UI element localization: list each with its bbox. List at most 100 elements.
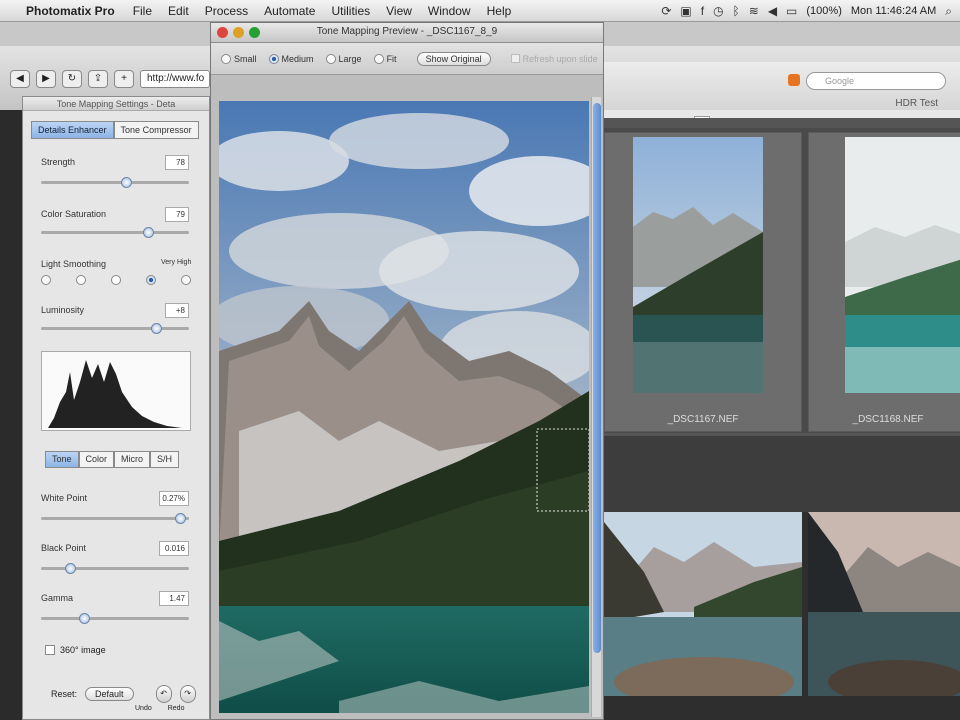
refresh-label: Refresh upon slide [522, 53, 598, 64]
thumbnail-row [604, 512, 960, 720]
thumbnail-label: _DSC1167.NEF [667, 414, 739, 425]
menu-automate[interactable]: Automate [264, 4, 315, 18]
slider-knob[interactable] [65, 563, 76, 574]
radio-dot[interactable] [268, 53, 279, 64]
slider-knob[interactable] [175, 513, 186, 524]
tab-tone[interactable]: Tone [45, 451, 79, 468]
menu-utilities[interactable]: Utilities [331, 4, 370, 18]
bluetooth-icon[interactable]: ᛒ [733, 4, 740, 18]
luminosity-field[interactable]: +8 [165, 303, 189, 318]
preview-image[interactable] [219, 101, 589, 713]
thumbnail-label: _DSC1168.NEF [852, 414, 924, 425]
thumbnail-row: _DSC1167.NEF _DSC1168.NEF [604, 128, 960, 433]
image-360-checkbox[interactable]: 360° image [45, 645, 106, 655]
light-smoothing-radio[interactable] [76, 275, 86, 285]
size-fit-radio[interactable]: Fit [373, 53, 397, 64]
size-medium-label: Medium [281, 53, 314, 64]
tab-color[interactable]: Color [78, 451, 115, 468]
reset-label: Reset: [51, 689, 78, 699]
light-smoothing-radio[interactable] [111, 275, 121, 285]
share-icon[interactable]: ⇪ [88, 70, 108, 88]
gamma-slider[interactable] [41, 613, 189, 624]
thumbnail-image[interactable] [808, 512, 960, 696]
browser-nav: ◀ ▶ ↻ ⇪ + [10, 70, 134, 88]
color-saturation-field[interactable]: 79 [165, 207, 189, 222]
strength-label: Strength [41, 157, 76, 167]
menu-process[interactable]: Process [205, 4, 248, 18]
battery-icon[interactable]: ▭ [786, 4, 797, 18]
thumbnail-image[interactable] [604, 512, 802, 696]
menu-view[interactable]: View [386, 4, 412, 18]
settings-title: Tone Mapping Settings - Deta [23, 97, 209, 111]
menu-bar: Photomatix Pro File Edit Process Automat… [0, 0, 960, 22]
size-small-label: Small [234, 53, 257, 64]
spotlight-icon[interactable]: ⌕ [945, 4, 952, 19]
strength-slider[interactable] [41, 177, 189, 188]
undo-button[interactable]: ↶ [155, 685, 172, 703]
black-point-slider[interactable] [41, 563, 189, 574]
redo-button[interactable]: ↷ [179, 685, 196, 703]
light-smoothing-radio[interactable] [146, 275, 156, 285]
checkbox-box[interactable] [45, 645, 55, 655]
tab-tone-compressor[interactable]: Tone Compressor [113, 121, 199, 139]
search-field[interactable]: Google [806, 72, 946, 90]
app-menu[interactable]: Photomatix Pro [26, 4, 115, 18]
back-icon[interactable]: ◀ [10, 70, 30, 88]
time-machine-icon[interactable]: ◷ [713, 4, 723, 18]
slider-knob[interactable] [143, 227, 154, 238]
show-original-button[interactable]: Show Original [416, 51, 491, 66]
tab-sh[interactable]: S/H [150, 451, 180, 468]
wifi-icon[interactable]: ≋ [749, 4, 759, 18]
size-small-radio[interactable]: Small [221, 53, 257, 64]
white-point-field[interactable]: 0.27% [159, 491, 189, 506]
menu-edit[interactable]: Edit [168, 4, 189, 18]
menu-window[interactable]: Window [428, 4, 471, 18]
tone-mapping-preview-window: Tone Mapping Preview - _DSC1167_8_9 Smal… [210, 22, 604, 720]
checkbox-box[interactable] [510, 54, 520, 63]
slider-knob[interactable] [151, 323, 162, 334]
radio-dot[interactable] [325, 53, 336, 64]
tab-micro[interactable]: Micro [114, 451, 151, 468]
thumbnail-cell[interactable]: _DSC1167.NEF [604, 132, 802, 432]
radio-dot[interactable] [221, 53, 231, 64]
tab-details-enhancer[interactable]: Details Enhancer [31, 121, 114, 139]
color-saturation-slider[interactable] [41, 227, 189, 238]
default-button[interactable]: Default [85, 687, 134, 701]
add-icon[interactable]: + [114, 70, 134, 88]
rss-icon[interactable] [788, 74, 800, 86]
strength-field[interactable]: 78 [165, 155, 189, 170]
light-smoothing-radio[interactable] [181, 275, 191, 285]
grid-separator [604, 436, 960, 512]
white-point-label: White Point [41, 493, 88, 503]
screen-icon[interactable]: ▣ [680, 4, 691, 18]
scrollbar-thumb[interactable] [593, 103, 601, 653]
left-sidebar-strip [0, 110, 22, 720]
bookmark-hdr-test[interactable]: HDR Test [895, 98, 938, 109]
slider-knob[interactable] [79, 613, 90, 624]
radio-dot[interactable] [373, 53, 384, 64]
menu-file[interactable]: File [133, 4, 152, 18]
menu-extras: ⟳ ▣ f ◷ ᛒ ≋ ◀ ▭ (100%) Mon 11:46:24 AM ⌕ [661, 0, 952, 22]
size-large-radio[interactable]: Large [325, 53, 362, 64]
preview-scrollbar[interactable] [591, 97, 601, 717]
clock[interactable]: Mon 11:46:24 AM [851, 5, 936, 17]
refresh-checkbox[interactable]: Refresh upon slide [510, 53, 598, 64]
very-high-label: Very High [161, 259, 192, 266]
thumbnail-cell[interactable]: _DSC1168.NEF [808, 132, 960, 432]
gamma-label: Gamma [41, 593, 74, 603]
reload-icon[interactable]: ↻ [62, 70, 82, 88]
gamma-field[interactable]: 1.47 [159, 591, 189, 606]
sync-icon[interactable]: ⟳ [661, 4, 671, 18]
tone-mapping-settings-panel: Tone Mapping Settings - Deta Details Enh… [22, 96, 210, 720]
size-medium-radio[interactable]: Medium [268, 53, 314, 64]
facebook-icon[interactable]: f [701, 4, 704, 18]
white-point-slider[interactable] [41, 513, 189, 524]
light-smoothing-radio[interactable] [41, 275, 51, 285]
forward-icon[interactable]: ▶ [36, 70, 56, 88]
menu-help[interactable]: Help [487, 4, 512, 18]
address-field[interactable]: http://www.fo [140, 70, 210, 88]
black-point-field[interactable]: 0.016 [159, 541, 189, 556]
slider-knob[interactable] [121, 177, 132, 188]
luminosity-slider[interactable] [41, 323, 189, 334]
volume-icon[interactable]: ◀ [768, 4, 777, 18]
